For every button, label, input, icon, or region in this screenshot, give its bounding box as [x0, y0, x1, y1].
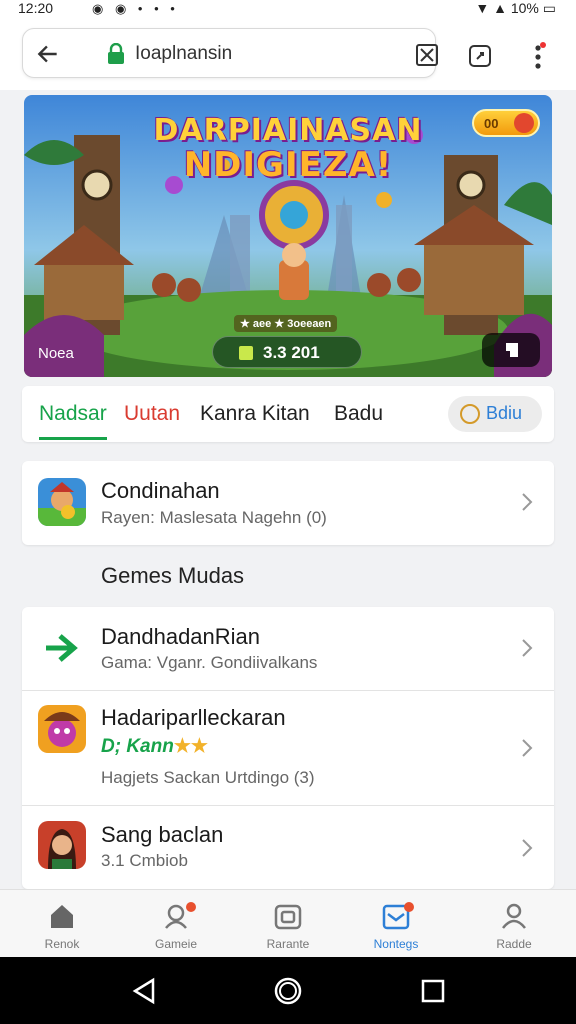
hero-label: Noea [38, 345, 74, 362]
system-navigation-bar [0, 957, 576, 1024]
chevron-right-icon [522, 739, 533, 757]
nav-label: Gameie [154, 937, 198, 951]
nav-camera[interactable]: Rarante [238, 890, 338, 958]
battery-text: 10% [510, 0, 539, 16]
system-recents-icon[interactable] [421, 979, 445, 1003]
app-icon-hadaripar [38, 705, 86, 753]
status-bar: 12:20 ◉ ◉ • • • ▼ ▲ 10% ▭ [0, 0, 576, 18]
notification-dot [404, 902, 414, 912]
list-item-subtitle: 3.1 Cmbiob [101, 851, 188, 870]
filter-button[interactable]: Bdiu [448, 396, 542, 432]
list-item-title: Hadariparlleckaran [101, 705, 286, 730]
score-pill[interactable]: 3.3 201 [212, 336, 362, 368]
nav-profile[interactable]: Radde [464, 890, 564, 958]
tab-switcher-icon[interactable] [415, 43, 439, 67]
tab-filter-2[interactable]: Uutan [124, 402, 180, 426]
nav-label: Radde [496, 937, 532, 951]
nav-games[interactable]: Gameie [126, 890, 226, 958]
list-item[interactable]: Condinahan Rayen: Maslesata Nagehn (0) [22, 461, 554, 545]
list-item-subtitle: Gama: Vganr. Gondiivalkans [101, 653, 318, 672]
list-item[interactable]: Sang baclan 3.1 Cmbiob [22, 806, 554, 889]
app-icon-condinahan [38, 478, 86, 526]
featured-subtitle: Rayen: Maslesata Nagehn (0) [101, 508, 327, 527]
status-right: ▼ ▲ 10% ▭ [475, 0, 556, 17]
stars-icon: ★★ [173, 736, 208, 757]
filter-button-label: Bdiu [486, 403, 523, 423]
overflow-menu-icon[interactable] [532, 42, 546, 72]
profile-icon [502, 903, 526, 929]
browser-toolbar: Ioaplnansin [0, 18, 576, 90]
notification-dot [186, 902, 196, 912]
list-item-tag: D; Kann★★ [101, 736, 208, 757]
list-item-subtitle: Hagjets Sackan Urtdingo (3) [101, 768, 315, 787]
notification-icons: ◉ ◉ • • • [92, 1, 179, 16]
hero-banner[interactable]: DARPIAINASAN NDIGIEZA! 00 ★ aee ★ 3oeeae… [24, 95, 552, 377]
battery-icon: ▭ [542, 0, 556, 16]
fullscreen-icon [506, 343, 518, 357]
lock-icon [108, 43, 124, 64]
app-icon-sang-baclan [38, 821, 86, 869]
games-list-card: DandhadanRian Gama: Vganr. Gondiivalkans… [22, 607, 554, 889]
arrow-forward-icon [46, 634, 78, 662]
nav-label: Nontegs [373, 937, 419, 951]
score-value: 3.3 201 [263, 343, 320, 362]
nav-home[interactable]: Renok [12, 890, 112, 958]
clock-icon [460, 404, 480, 424]
coin-badge[interactable]: 00 [472, 109, 540, 137]
coin-value: 00 [484, 116, 499, 131]
fullscreen-button[interactable] [482, 333, 540, 367]
hero-sub-tag: ★ aee ★ 3oeeaen [234, 315, 338, 332]
featured-title: Condinahan [101, 478, 220, 503]
system-back-icon[interactable] [131, 977, 157, 1005]
nav-inbox[interactable]: Nontegs [346, 890, 446, 958]
featured-card[interactable]: Condinahan Rayen: Maslesata Nagehn (0) [22, 461, 554, 545]
share-icon[interactable] [468, 44, 492, 68]
chevron-right-icon [522, 839, 533, 857]
status-time: 12:20 [18, 0, 54, 16]
wifi-icon: ▼ [475, 0, 490, 16]
list-item[interactable]: Hadariparlleckaran D; Kann★★ Hagjets Sac… [22, 691, 554, 805]
bottom-navigation: Renok Gameie Rarante Nontegs Radde [0, 889, 576, 957]
list-item-title: DandhadanRian [101, 624, 261, 649]
address-bar[interactable]: Ioaplnansin [22, 28, 439, 78]
chevron-right-icon [522, 493, 533, 511]
system-home-icon[interactable] [274, 977, 302, 1005]
back-arrow-icon[interactable] [35, 41, 61, 67]
tab-filter-3[interactable]: Kanra Kitan [200, 402, 310, 426]
tab-filter-1[interactable]: Nadsar [39, 402, 107, 440]
nav-label: Rarante [266, 937, 310, 951]
hero-title-line2: NDIGIEZA! [183, 145, 393, 185]
home-icon [51, 905, 73, 928]
list-item[interactable]: DandhadanRian Gama: Vganr. Gondiivalkans [22, 607, 554, 690]
tab-filter-4[interactable]: Badu [334, 402, 383, 426]
nav-label: Renok [44, 937, 80, 951]
section-title: Gemes Mudas [101, 563, 245, 588]
url-text[interactable]: Ioaplnansin [135, 43, 232, 65]
coin-icon [514, 113, 534, 133]
list-item-title: Sang baclan [101, 822, 224, 847]
filter-tabs: Nadsar Uutan Kanra Kitan Badu Bdiu [22, 386, 554, 442]
camera-icon [274, 904, 302, 930]
score-icon [239, 346, 253, 360]
signal-icon: ▲ [493, 0, 507, 16]
chevron-right-icon [522, 639, 533, 657]
